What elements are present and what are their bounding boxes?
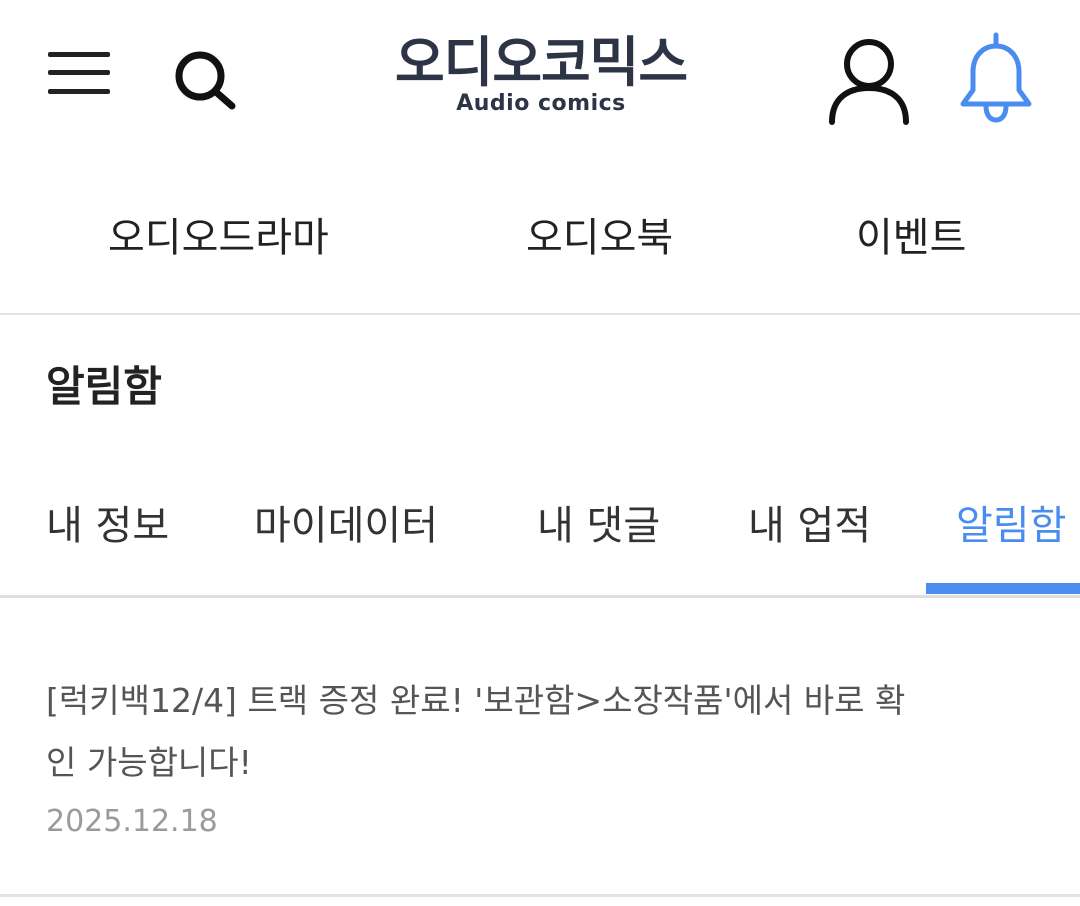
nav-item-event[interactable]: 이벤트 — [856, 210, 966, 266]
page-title: 알림함 — [46, 362, 162, 411]
category-nav: 오디오드라마 오디오북 이벤트 — [0, 190, 1080, 286]
user-icon[interactable] — [826, 36, 912, 126]
tab-my-achievements[interactable]: 내 업적 — [748, 498, 871, 554]
hamburger-menu-icon[interactable] — [48, 48, 112, 98]
app-header: 오디오코믹스 Audio comics — [0, 0, 1080, 160]
bell-icon[interactable] — [955, 32, 1037, 126]
logo-main-text: 오디오코믹스 — [394, 31, 688, 94]
tab-my-data[interactable]: 마이데이터 — [254, 498, 438, 554]
notification-divider — [0, 894, 1080, 897]
nav-divider — [0, 313, 1080, 315]
active-tab-indicator — [926, 583, 1080, 594]
app-logo[interactable]: 오디오코믹스 Audio comics — [378, 30, 704, 130]
nav-item-audio-book[interactable]: 오디오북 — [526, 210, 673, 266]
tab-my-comments[interactable]: 내 댓글 — [537, 498, 660, 554]
notification-item[interactable]: [럭키백12/4] 트랙 증정 완료! '보관함>소장작품'에서 바로 확인 가… — [0, 598, 1080, 898]
tab-my-info[interactable]: 내 정보 — [46, 498, 169, 554]
search-icon[interactable] — [172, 50, 238, 112]
nav-item-audio-drama[interactable]: 오디오드라마 — [108, 210, 329, 266]
tab-notifications[interactable]: 알림함 — [956, 498, 1066, 554]
my-page-tabs: 내 정보 마이데이터 내 댓글 내 업적 알림함 — [0, 480, 1080, 598]
notification-date: 2025.12.18 — [46, 804, 218, 839]
notification-message: [럭키백12/4] 트랙 증정 완료! '보관함>소장작품'에서 바로 확인 가… — [46, 681, 906, 782]
